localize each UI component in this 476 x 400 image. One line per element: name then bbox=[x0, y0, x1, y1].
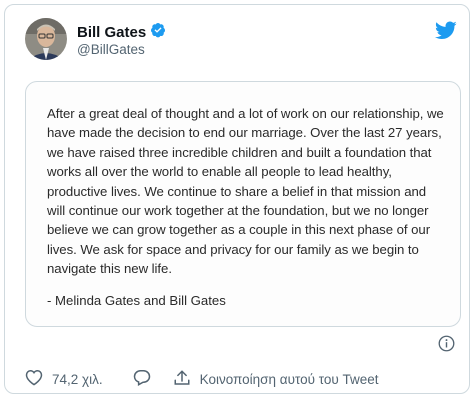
reply-button[interactable] bbox=[133, 369, 151, 389]
verified-badge-icon bbox=[150, 22, 166, 42]
like-button[interactable]: 74,2 χιλ. bbox=[25, 369, 103, 389]
like-count: 74,2 χιλ. bbox=[52, 371, 103, 387]
author-handle[interactable]: @BillGates bbox=[77, 42, 145, 57]
tweet-card: Bill Gates @BillGates After a great deal… bbox=[4, 4, 470, 394]
share-label[interactable]: Κοινοποίηση αυτού του Tweet bbox=[200, 372, 379, 387]
statement-image[interactable]: After a great deal of thought and a lot … bbox=[25, 81, 461, 327]
statement-body: After a great deal of thought and a lot … bbox=[47, 106, 444, 277]
heart-icon bbox=[25, 369, 43, 389]
author-name[interactable]: Bill Gates bbox=[77, 22, 166, 42]
info-icon[interactable] bbox=[438, 335, 455, 352]
share-button[interactable]: Κοινοποίηση αυτού του Tweet bbox=[173, 369, 379, 390]
avatar[interactable] bbox=[25, 18, 67, 60]
share-icon bbox=[173, 369, 191, 390]
statement-signature: - Melinda Gates and Bill Gates bbox=[47, 292, 226, 308]
author-name-text[interactable]: Bill Gates bbox=[77, 24, 146, 41]
reply-bubble-icon bbox=[133, 369, 151, 389]
twitter-bird-icon[interactable] bbox=[434, 21, 457, 40]
action-bar: 74,2 χιλ. Κοινοποίηση αυτού του Tweet bbox=[25, 369, 379, 389]
